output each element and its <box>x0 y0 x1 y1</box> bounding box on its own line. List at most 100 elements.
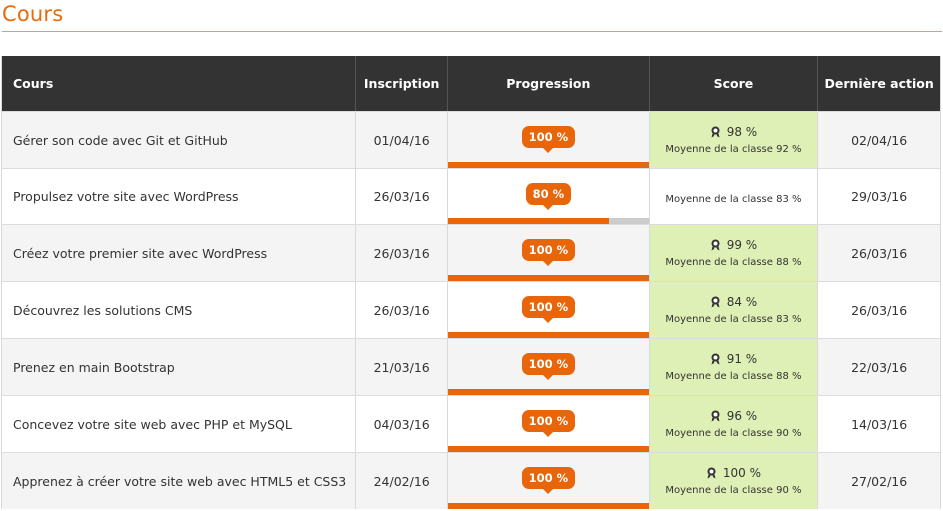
header-score[interactable]: Score <box>650 56 819 111</box>
score-cell: 98 % Moyenne de la classe 92 % <box>649 112 819 168</box>
last-action-date: 02/04/16 <box>851 132 908 148</box>
progress-cell: 100 % <box>448 396 650 452</box>
inscription-date: 21/03/16 <box>356 339 449 395</box>
score-line: 99 % <box>710 238 758 252</box>
course-title[interactable]: Créez votre premier site avec WordPress <box>13 246 267 261</box>
header-inscription[interactable]: Inscription <box>356 56 449 111</box>
medal-icon <box>711 296 720 308</box>
score-line: 98 % <box>710 125 758 139</box>
header-progression[interactable]: Progression <box>448 56 650 111</box>
score-cell: 96 % Moyenne de la classe 90 % <box>649 396 819 452</box>
page-title: Cours <box>2 2 64 26</box>
score-value: 99 % <box>726 238 758 252</box>
progress-bar <box>448 162 649 168</box>
medal-icon <box>707 467 716 479</box>
progress-bar <box>448 389 649 395</box>
score-cell: Moyenne de la classe 83 % <box>649 169 819 224</box>
progress-badge: 100 % <box>521 410 576 437</box>
score-line: 91 % <box>710 352 758 366</box>
progress-badge: 100 % <box>521 353 576 380</box>
table-row[interactable]: Découvrez les solutions CMS 26/03/16 100 %… <box>2 281 940 338</box>
score-cell: 91 % Moyenne de la classe 88 % <box>649 339 819 395</box>
course-title[interactable]: Gérer son code avec Git et GitHub <box>13 133 228 148</box>
score-cell: 84 % Moyenne de la classe 83 % <box>649 282 819 338</box>
course-name[interactable]: Concevez votre site web avec PHP et MySQ… <box>2 396 357 452</box>
header-course[interactable]: Cours <box>2 56 357 111</box>
progress-bar <box>448 218 649 224</box>
inscription-date: 24/02/16 <box>356 453 449 509</box>
class-average: Moyenne de la classe 92 % <box>665 144 802 155</box>
medal-icon <box>711 353 720 365</box>
course-name[interactable]: Découvrez les solutions CMS <box>2 282 357 338</box>
courses-table: Cours Inscription Progression Score Dern… <box>1 56 941 509</box>
course-title[interactable]: Propulsez votre site avec WordPress <box>13 189 239 204</box>
score-line: 100 % <box>706 466 761 480</box>
inscription-date: 01/04/16 <box>356 112 449 168</box>
score-value: 100 % <box>722 466 761 480</box>
header-last-action[interactable]: Dernière action <box>818 56 940 111</box>
medal-icon <box>711 410 720 422</box>
class-average: Moyenne de la classe 83 % <box>665 193 802 205</box>
medal-icon <box>711 126 720 138</box>
course-title[interactable]: Apprenez à créer votre site web avec HTM… <box>13 474 346 489</box>
progress-badge: 100 % <box>521 239 576 266</box>
progress-badge: 100 % <box>521 467 576 494</box>
last-action-date: 29/03/16 <box>851 189 908 204</box>
last-action-date: 22/03/16 <box>851 359 908 375</box>
progress-bar-fill <box>448 218 609 224</box>
class-average: Moyenne de la classe 90 % <box>665 485 802 496</box>
course-name[interactable]: Propulsez votre site avec WordPress <box>2 169 357 224</box>
score-value: 96 % <box>726 409 758 423</box>
course-title[interactable]: Prenez en main Bootstrap <box>13 360 175 375</box>
progress-bar-fill <box>448 389 649 395</box>
table-header: Cours Inscription Progression Score Dern… <box>2 56 940 111</box>
score-value: 91 % <box>726 352 758 366</box>
course-name[interactable]: Gérer son code avec Git et GitHub <box>2 112 357 168</box>
table-row[interactable]: Apprenez à créer votre site web avec HTM… <box>2 452 940 509</box>
class-average: Moyenne de la classe 88 % <box>665 257 802 268</box>
inscription-date: 04/03/16 <box>356 396 449 452</box>
progress-cell: 100 % <box>448 225 650 281</box>
progress-cell: 100 % <box>448 453 650 509</box>
score-value: 98 % <box>726 125 758 139</box>
score-line: 84 % <box>710 295 758 309</box>
progress-bar <box>448 275 649 281</box>
progress-cell: 80 % <box>448 169 650 224</box>
course-name[interactable]: Prenez en main Bootstrap <box>2 339 357 395</box>
table-row[interactable]: Prenez en main Bootstrap 21/03/16 100 % 91 … <box>2 338 940 395</box>
last-action-date: 27/02/16 <box>851 473 908 489</box>
progress-bar-fill <box>448 503 649 509</box>
table-row[interactable]: Concevez votre site web avec PHP et MySQ… <box>2 395 940 452</box>
progress-cell: 100 % <box>448 339 650 395</box>
progress-cell: 100 % <box>448 112 650 168</box>
inscription-date: 26/03/16 <box>356 169 449 224</box>
course-title[interactable]: Concevez votre site web avec PHP et MySQ… <box>13 417 292 432</box>
score-cell: 100 % Moyenne de la classe 90 % <box>649 453 819 509</box>
progress-bar <box>448 332 649 338</box>
score-value: 84 % <box>726 295 758 309</box>
table-row[interactable]: Créez votre premier site avec WordPress 2… <box>2 224 940 281</box>
inscription-date: 26/03/16 <box>356 225 449 281</box>
class-average: Moyenne de la classe 83 % <box>665 314 802 325</box>
course-name[interactable]: Apprenez à créer votre site web avec HTM… <box>2 453 357 509</box>
course-title[interactable]: Découvrez les solutions CMS <box>13 303 192 318</box>
progress-bar-fill <box>448 446 649 452</box>
progress-bar <box>448 503 649 509</box>
title-divider <box>2 31 942 32</box>
progress-bar-fill <box>448 162 649 168</box>
progress-badge: 100 % <box>521 296 576 323</box>
progress-bar-fill <box>448 332 649 338</box>
progress-bar <box>448 446 649 452</box>
class-average: Moyenne de la classe 88 % <box>665 371 802 382</box>
progress-bar-fill <box>448 275 649 281</box>
table-body: Gérer son code avec Git et GitHub 01/04/1… <box>2 111 940 509</box>
inscription-date: 26/03/16 <box>356 282 449 338</box>
course-name[interactable]: Créez votre premier site avec WordPress <box>2 225 357 281</box>
score-line: 96 % <box>710 409 758 423</box>
table-row[interactable]: Propulsez votre site avec WordPress 26/03… <box>2 168 940 224</box>
progress-cell: 100 % <box>448 282 650 338</box>
table-row[interactable]: Gérer son code avec Git et GitHub 01/04/1… <box>2 111 940 168</box>
progress-badge: 100 % <box>521 126 576 153</box>
last-action-date: 14/03/16 <box>851 416 908 432</box>
last-action-date: 26/03/16 <box>851 302 908 318</box>
